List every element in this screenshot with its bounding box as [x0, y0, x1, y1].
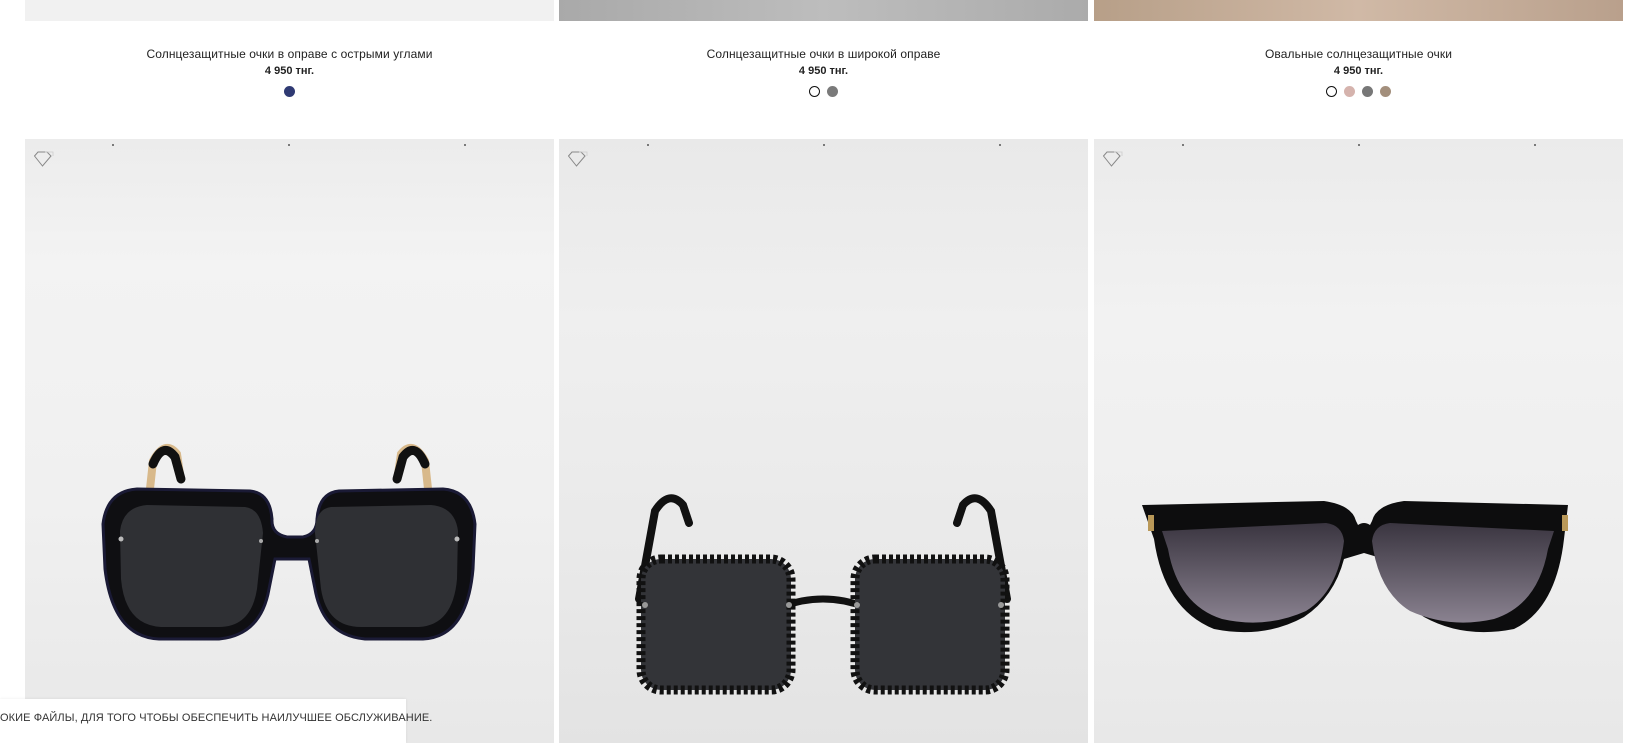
product-image-square-sunglasses [101, 443, 477, 641]
cookie-banner-text: ОКИЕ ФАЙЛЫ, ДЛЯ ТОГО ЧТОБЫ ОБЕСПЕЧИТЬ НА… [0, 712, 433, 724]
product-info-1: Солнцезащитные очки в оправе с острыми у… [25, 47, 554, 100]
product-image-chain-frame-sunglasses [635, 494, 1011, 695]
product-image-cateye-sunglasses [1142, 501, 1568, 633]
product-price: 4 950 тнг. [798, 65, 849, 77]
product-card-3[interactable] [1094, 139, 1623, 743]
color-swatches [25, 86, 554, 100]
product-image-top-2[interactable] [559, 0, 1088, 21]
color-swatch-grey[interactable] [827, 86, 838, 97]
color-swatches [559, 86, 1088, 100]
cookie-banner: ОКИЕ ФАЙЛЫ, ДЛЯ ТОГО ЧТОБЫ ОБЕСПЕЧИТЬ НА… [0, 699, 432, 743]
color-swatches [1094, 86, 1623, 100]
product-card-1[interactable] [25, 139, 554, 743]
color-swatch-brown[interactable] [1380, 86, 1391, 97]
product-info-2: Солнцезащитные очки в широкой оправе 4 9… [559, 47, 1088, 100]
product-name[interactable]: Солнцезащитные очки в широкой оправе [559, 47, 1088, 62]
color-swatch-grey[interactable] [1362, 86, 1373, 97]
product-image-top-3[interactable] [1094, 0, 1623, 21]
product-price: 4 950 тнг. [264, 65, 315, 77]
color-swatch-pink[interactable] [1344, 86, 1355, 97]
product-card-2[interactable] [559, 139, 1088, 743]
product-price: 4 950 тнг. [1333, 65, 1384, 77]
product-image-top-1[interactable] [25, 0, 554, 21]
top-row-images [0, 0, 1630, 21]
product-name[interactable]: Солнцезащитные очки в оправе с острыми у… [25, 47, 554, 62]
product-info-3: Овальные солнцезащитные очки 4 950 тнг. [1094, 47, 1623, 100]
color-swatch-black[interactable] [1326, 86, 1337, 97]
product-name[interactable]: Овальные солнцезащитные очки [1094, 47, 1623, 62]
color-swatch-navy[interactable] [284, 86, 295, 97]
color-swatch-black[interactable] [809, 86, 820, 97]
